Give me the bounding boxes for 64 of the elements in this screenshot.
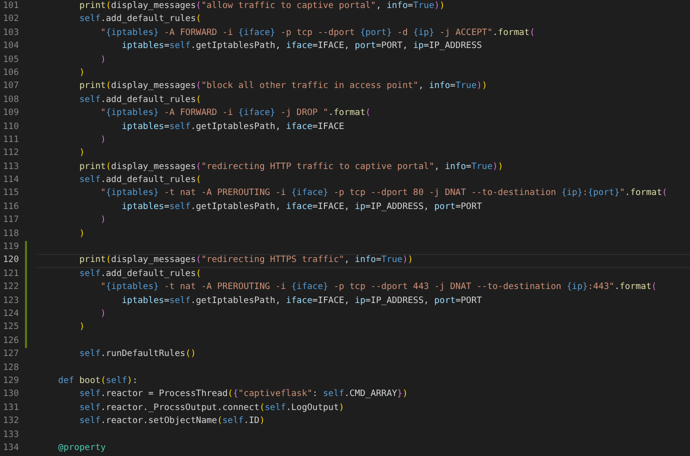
code-line: "{iptables} -t nat -A PREROUTING -i {iface} -p tcp --dport 80 -j DNAT --to-destination {ip}:{port}".format( bbox=[100, 188, 668, 198]
line-number: 122 bbox=[2, 281, 20, 294]
code-line: self.reactor._ProcssOutput.connect(self.LogOutput) bbox=[78, 402, 344, 413]
code-line: "{iptables} -A FORWARD -i {iface} -p tcp --dport {port} -d {ip} -j ACCEPT".format( bbox=[100, 28, 535, 38]
line-number: 133 bbox=[2, 428, 20, 442]
code-line: self.add_default_rules( bbox=[78, 14, 202, 24]
line-number: 107 bbox=[2, 80, 20, 94]
line-number: 105 bbox=[2, 54, 20, 67]
line-number: 121 bbox=[2, 268, 20, 281]
line-number: 110 bbox=[2, 120, 20, 134]
line-number: 119 bbox=[2, 241, 20, 254]
line-number: 126 bbox=[2, 334, 20, 348]
line-number: 106 bbox=[2, 66, 20, 80]
code-line: self.reactor.setObjectName(self.ID) bbox=[78, 416, 265, 426]
line-number: 102 bbox=[2, 13, 20, 26]
line-number: 128 bbox=[2, 362, 20, 375]
code-line: self.add_default_rules( bbox=[78, 268, 202, 279]
code-line: ) bbox=[100, 215, 106, 226]
code-line: ) bbox=[78, 322, 85, 332]
line-number: 108 bbox=[2, 94, 20, 107]
code-line: self.runDefaultRules() bbox=[78, 349, 196, 360]
line-number: 114 bbox=[2, 174, 20, 188]
line-number: 123 bbox=[2, 294, 20, 308]
code-line: "{iptables} -A FORWARD -i {iface} -j DROP ".format( bbox=[100, 108, 371, 118]
code-line: self.add_default_rules( bbox=[78, 94, 202, 105]
code-line: ) bbox=[100, 134, 106, 145]
line-number: 130 bbox=[2, 388, 20, 402]
code-line: def boot(self): bbox=[57, 376, 138, 386]
code-line: "{iptables} -t nat -A PREROUTING -i {iface} -p tcp --dport 443 -j DNAT --to-destination {ip}:443".format( bbox=[100, 282, 657, 292]
code-line: self.reactor = ProcessThread({"captiveflask": self.CMD_ARRAY}) bbox=[78, 389, 408, 400]
line-number: 124 bbox=[2, 308, 20, 321]
line-number: 104 bbox=[2, 40, 20, 54]
line-number: 115 bbox=[2, 187, 20, 200]
code-line: ) bbox=[100, 308, 106, 319]
code-line: ) bbox=[78, 148, 85, 158]
line-number: 132 bbox=[2, 415, 20, 428]
code-line: self.add_default_rules( bbox=[78, 175, 202, 186]
code-line: iptables=self.getIptablesPath, iface=IFACE, ip=IP_ADDRESS, port=PORT bbox=[120, 296, 482, 306]
code-line: iptables=self.getIptablesPath, iface=IFACE bbox=[120, 122, 344, 132]
code-line: ) bbox=[78, 228, 85, 239]
line-number: 120 bbox=[2, 254, 20, 268]
code-line: print(display_messages("block all other traffic in access point", info=True)) bbox=[78, 81, 488, 92]
code-line: iptables=self.getIptablesPath, iface=IFACE, port=PORT, ip=IP_ADDRESS bbox=[120, 41, 482, 52]
line-number: 117 bbox=[2, 214, 20, 228]
code-line: @property bbox=[57, 442, 106, 453]
line-number: 127 bbox=[2, 348, 20, 362]
line-number: 103 bbox=[2, 26, 20, 40]
line-number: 116 bbox=[2, 200, 20, 214]
line-number: 109 bbox=[2, 107, 20, 120]
line-number: 111 bbox=[2, 134, 20, 147]
line-number: 101 bbox=[2, 0, 20, 13]
line-number: 113 bbox=[2, 160, 20, 174]
code-line: ) bbox=[100, 54, 106, 65]
line-number: 112 bbox=[2, 147, 20, 160]
code-line: ) bbox=[78, 68, 85, 78]
line-number: 131 bbox=[2, 402, 20, 415]
line-number: 125 bbox=[2, 321, 20, 334]
line-number: 134 bbox=[2, 442, 20, 455]
code-line: iptables=self.getIptablesPath, iface=IFACE, ip=IP_ADDRESS, port=PORT bbox=[120, 202, 482, 212]
code-line: print(display_messages("redirecting HTTP traffic to captive portal", info=True)) bbox=[78, 162, 504, 172]
code-line: print(display_messages("redirecting HTTPS traffic", info=True)) bbox=[78, 255, 414, 266]
line-number: 118 bbox=[2, 228, 20, 241]
line-number: 129 bbox=[2, 374, 20, 388]
code-line: print(display_messages("allow traffic to captive portal", info=True)) bbox=[78, 1, 445, 11]
